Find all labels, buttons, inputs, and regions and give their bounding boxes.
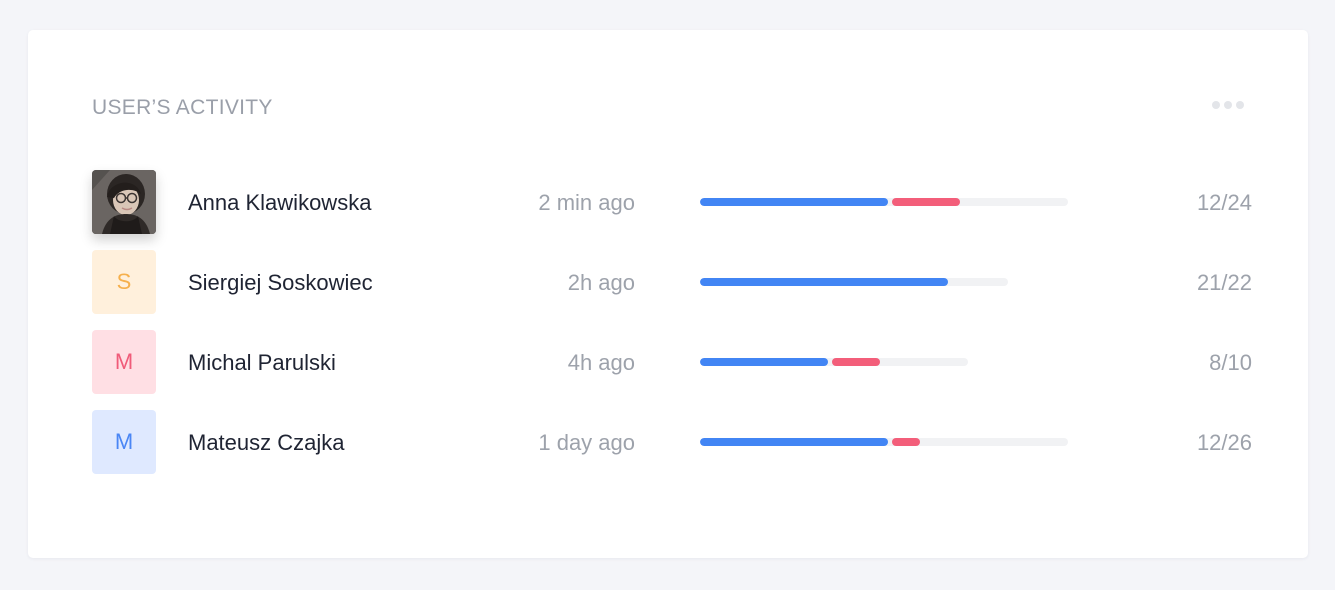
user-row[interactable]: Anna Klawikowska 2 min ago 12/24 <box>92 170 1252 234</box>
avatar-initial[interactable]: M <box>92 410 156 474</box>
activity-progress-bar <box>700 438 1068 446</box>
last-active-time: 4h ago <box>567 350 635 375</box>
dot <box>1236 101 1244 109</box>
progress-secondary-segment <box>892 198 960 206</box>
progress-primary-segment <box>700 278 948 286</box>
avatar-photo[interactable] <box>92 170 156 234</box>
user-row[interactable]: M Michal Parulski 4h ago 8/10 <box>92 330 1252 394</box>
user-row[interactable]: S Siergiej Soskowiec 2h ago 21/22 <box>92 250 1252 314</box>
user-name: Siergiej Soskowiec <box>188 270 373 295</box>
activity-score: 8/10 <box>1209 350 1252 375</box>
portrait-image <box>92 170 156 234</box>
avatar-initial[interactable]: S <box>92 250 156 314</box>
last-active-time: 1 day ago <box>538 430 635 455</box>
activity-progress-bar <box>700 358 968 366</box>
activity-score: 12/26 <box>1196 430 1252 455</box>
user-name: Anna Klawikowska <box>188 190 372 215</box>
dot <box>1212 101 1220 109</box>
last-active-time: 2 min ago <box>538 190 635 215</box>
activity-progress-bar <box>700 278 1008 286</box>
activity-progress-bar <box>700 198 1068 206</box>
avatar-initial[interactable]: M <box>92 330 156 394</box>
activity-score: 21/22 <box>1196 270 1252 295</box>
progress-secondary-segment <box>832 358 880 366</box>
progress-primary-segment <box>700 198 888 206</box>
users-activity-card: USER’S ACTIVITY Anna Klawikowska 2 min a <box>28 30 1308 558</box>
last-active-time: 2h ago <box>567 270 635 295</box>
user-name: Michal Parulski <box>188 350 336 375</box>
user-name: Mateusz Czajka <box>188 430 345 455</box>
progress-secondary-segment <box>892 438 920 446</box>
dot <box>1224 101 1232 109</box>
more-options-icon[interactable] <box>1204 94 1252 116</box>
progress-primary-segment <box>700 438 888 446</box>
progress-primary-segment <box>700 358 828 366</box>
user-row[interactable]: M Mateusz Czajka 1 day ago 12/26 <box>92 410 1252 474</box>
activity-score: 12/24 <box>1196 190 1252 215</box>
card-title: USER’S ACTIVITY <box>92 96 273 119</box>
